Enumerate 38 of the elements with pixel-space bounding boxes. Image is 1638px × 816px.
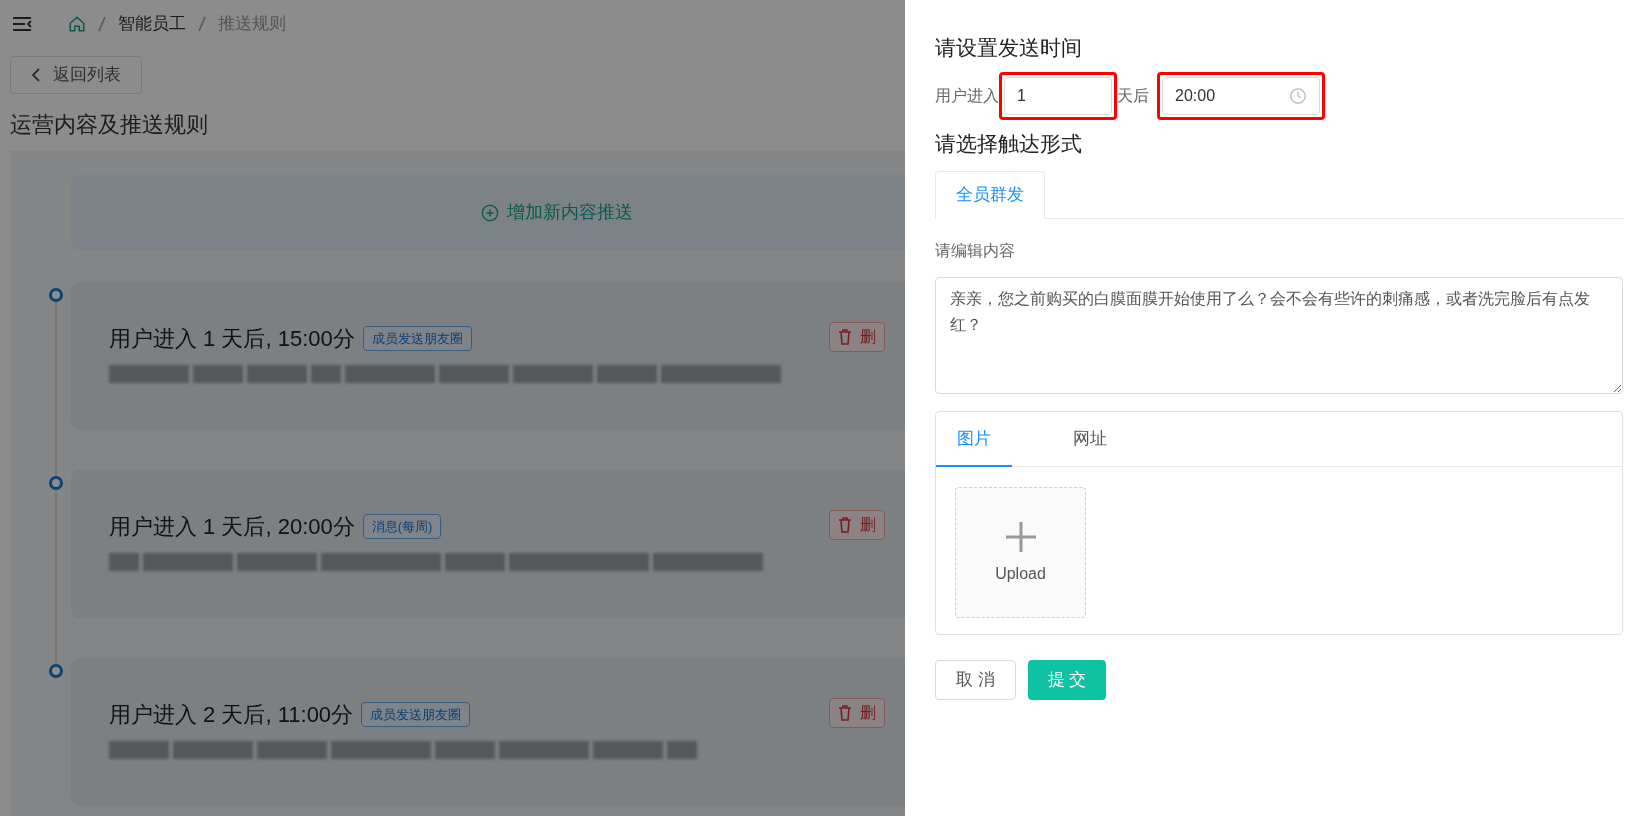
section-heading: 请选择触达形式 [935,130,1083,157]
days-input[interactable]: 1 [1004,76,1112,115]
clock-icon [1289,86,1307,105]
rule-tag: 成员发送朋友圈 [362,325,472,352]
menu-icon[interactable] [12,16,32,32]
delete-button[interactable]: 删 [829,322,885,352]
media-tab[interactable]: 网址 [1052,412,1128,466]
field-label: 用户进入 [935,85,999,106]
back-button[interactable]: 返回列表 [10,56,142,94]
delete-button[interactable]: 删 [829,510,885,540]
rule-tag: 成员发送朋友圈 [361,701,471,728]
page-title: 运营内容及推送规则 [10,111,209,139]
channel-tab[interactable]: 全员群发 [935,171,1045,219]
breadcrumb-separator [98,16,106,32]
cancel-button[interactable]: 取 消 [935,660,1016,700]
upload-button[interactable]: Upload [955,487,1086,618]
plus-circle-icon [481,203,499,222]
add-content-button[interactable]: 增加新内容推送 [71,175,905,250]
trash-icon [838,705,852,721]
delete-button[interactable]: 删 [829,698,885,728]
breadcrumb-item[interactable]: 智能员工 [118,11,186,37]
breadcrumb-separator [198,16,206,32]
trash-icon [838,329,852,345]
media-tab[interactable]: 图片 [936,412,1012,467]
field-label: 天后 [1117,85,1149,106]
breadcrumb-item: 推送规则 [218,13,286,36]
content-textarea[interactable]: 亲亲，您之前购买的白膜面膜开始使用了么？会不会有些许的刺痛感，或者洗完脸后有点发红？ [935,277,1623,394]
rule-title: 用户进入 2 天后, 11:00分 [109,701,354,729]
rule-tag: 消息(每周) [362,513,442,540]
field-label: 请编辑内容 [935,241,1016,261]
time-picker[interactable]: 20:00 [1162,76,1320,115]
section-heading: 请设置发送时间 [935,35,1083,61]
rule-title: 用户进入 1 天后, 15:00分 [109,325,355,353]
rule-title: 用户进入 1 天后, 20:00分 [109,513,355,541]
submit-button[interactable]: 提 交 [1027,660,1107,700]
plus-icon [1003,519,1038,554]
trash-icon [838,517,852,533]
chevron-left-icon [31,67,41,83]
